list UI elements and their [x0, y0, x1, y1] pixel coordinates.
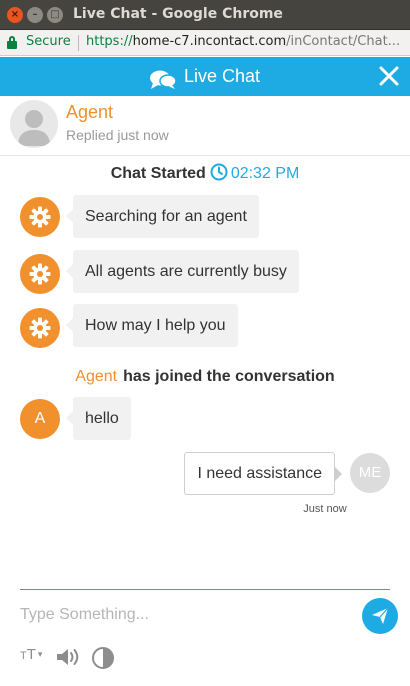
url-scheme: https://: [86, 34, 133, 49]
gear-icon: [29, 206, 51, 228]
send-button[interactable]: [362, 598, 398, 634]
window-maximize-button[interactable]: □: [47, 7, 63, 23]
system-avatar: [20, 197, 60, 237]
font-size-big-glyph: T: [26, 646, 36, 663]
system-avatar: [20, 254, 60, 294]
user-avatar: ME: [350, 453, 390, 493]
agent-avatar: [10, 100, 58, 148]
volume-icon: [57, 649, 79, 665]
chat-header: Live Chat: [0, 57, 410, 96]
agent-message-bubble: hello: [66, 397, 131, 440]
system-message-bubble: Searching for an agent: [66, 195, 259, 238]
url-host: home-c7.incontact.com: [132, 34, 287, 49]
chat-started-line: Chat Started 02:32 PM: [0, 163, 410, 183]
send-icon: [372, 607, 389, 624]
clock-icon: [210, 163, 228, 181]
input-underline: [20, 589, 390, 590]
close-icon: [379, 66, 399, 86]
close-chat-button[interactable]: [378, 65, 400, 87]
chat-started-label: Chat Started: [110, 165, 206, 182]
gear-icon: [29, 317, 51, 339]
contrast-button[interactable]: [91, 646, 115, 670]
lock-icon: [7, 36, 17, 49]
system-avatar: [20, 308, 60, 348]
chat-title-text: Live Chat: [183, 66, 261, 86]
joined-text: has joined the conversation: [123, 368, 335, 385]
agent-joined-notice: Agent has joined the conversation: [0, 368, 410, 386]
agent-status: Replied just now: [66, 127, 169, 143]
address-bar[interactable]: Secure https://home-c7.incontact.com/inC…: [0, 30, 410, 56]
url-path: /inContact/Chat...: [286, 34, 401, 49]
person-icon: [18, 110, 50, 146]
user-message-bubble: I need assistance: [184, 452, 342, 495]
font-size-small-glyph: T: [20, 650, 27, 662]
secure-label: Secure: [26, 34, 71, 49]
volume-button[interactable]: [55, 646, 83, 670]
chevron-down-icon: ▾: [37, 649, 43, 659]
agent-letter-avatar: A: [20, 399, 60, 439]
user-message-time: Just now: [303, 503, 347, 515]
agent-info-bar: Agent Replied just now: [0, 96, 410, 156]
chat-started-time: 02:32 PM: [230, 165, 300, 182]
joined-agent-name: Agent: [75, 368, 118, 385]
window-titlebar: × – □ Live Chat - Google Chrome: [0, 0, 410, 30]
chat-header-title: Live Chat: [0, 57, 410, 96]
window-close-button[interactable]: ×: [7, 7, 23, 23]
url-text[interactable]: https://home-c7.incontact.com/inContact/…: [86, 34, 400, 49]
gear-icon: [29, 263, 51, 285]
system-message-bubble: All agents are currently busy: [66, 250, 299, 293]
contrast-icon: [92, 647, 114, 669]
window-title: Live Chat - Google Chrome: [73, 6, 283, 22]
system-message-bubble: How may I help you: [66, 304, 238, 347]
chat-bubbles-icon: [149, 65, 177, 90]
message-input[interactable]: [20, 600, 350, 630]
agent-name: Agent: [66, 102, 114, 122]
font-size-button[interactable]: TT ▾: [20, 646, 50, 670]
address-divider: [78, 35, 79, 51]
window-minimize-button[interactable]: –: [27, 7, 43, 23]
